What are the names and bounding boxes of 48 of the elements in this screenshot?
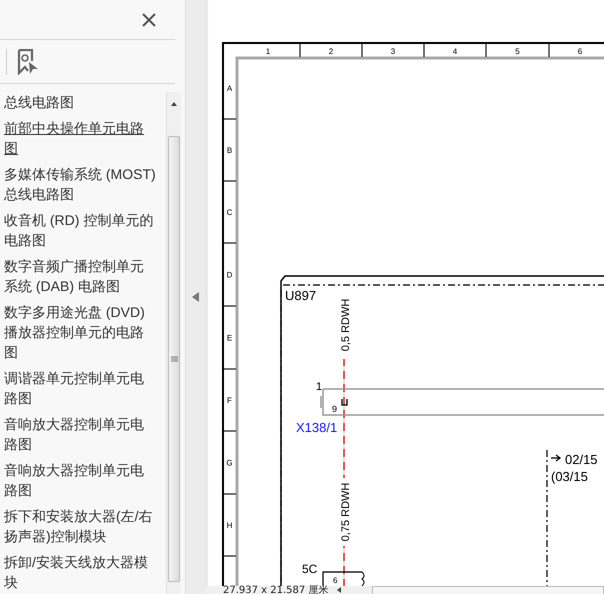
row-label: D <box>226 270 232 280</box>
pin-number: 9 <box>332 404 338 414</box>
wire-label: 0,5 RDWH <box>340 298 352 352</box>
column-label: 5 <box>515 47 520 56</box>
bookmark-item[interactable]: 数字音频广播控制单元系统 (DAB) 电路图 <box>4 256 156 296</box>
bookmark-item[interactable]: 数字多用途光盘 (DVD) 播放器控制单元的电路图 <box>4 302 156 362</box>
row-label: H <box>226 521 232 530</box>
scroll-left-arrow-icon[interactable] <box>336 586 342 594</box>
pin-icon <box>341 399 348 406</box>
row-label: F <box>227 396 232 405</box>
horizontal-scrollbar[interactable] <box>372 586 604 594</box>
bookmark-item[interactable]: 拆卸/安装天线放大器模块 <box>4 552 156 592</box>
bookmark-item[interactable]: 调谐器单元控制单元电路图 <box>4 368 156 408</box>
row-label: B <box>226 146 232 155</box>
bookmark-item[interactable]: 多媒体传输系统 (MOST) 总线电路图 <box>4 164 156 204</box>
bookmark-item[interactable]: 音响放大器控制单元电路图 <box>4 414 156 454</box>
connector-label: 5C <box>302 562 318 576</box>
row-label: A <box>226 84 232 93</box>
grip-icon <box>170 356 178 362</box>
bookmark-item[interactable]: 总线电路图 <box>4 92 156 112</box>
scrollbar[interactable] <box>166 92 181 594</box>
pin-number: 6 <box>333 576 338 585</box>
bookmark-item[interactable]: 前部中央操作单元电路图 <box>4 118 156 158</box>
bookmark-item[interactable]: 音响放大器控制单元电路图 <box>4 460 156 500</box>
bookmark-item[interactable]: 收音机 (RD) 控制单元的电路图 <box>4 210 156 250</box>
break-mark-icon <box>362 572 364 586</box>
connector-outline <box>322 571 362 586</box>
module-label: U897 <box>285 288 316 303</box>
row-label: G <box>226 458 233 468</box>
bookmark-item[interactable]: 拆下和安装放大器(左/右扬声器)控制模块 <box>4 506 156 546</box>
collapse-arrow-icon[interactable] <box>192 292 199 302</box>
bookmark-icon[interactable] <box>17 48 39 74</box>
column-label: 4 <box>452 47 458 56</box>
column-label: 3 <box>390 47 396 56</box>
page-reference: 02/15 <box>565 452 598 467</box>
column-label: 1 <box>266 47 270 56</box>
page-reference: (03/15 <box>551 469 588 484</box>
connector-label: X138/1 <box>296 420 338 435</box>
connector-number: 1 <box>316 381 322 393</box>
row-label: E <box>226 334 232 342</box>
scroll-up-arrow-icon[interactable] <box>170 100 178 108</box>
page-size-text: 27.937 x 21.587 厘米 <box>223 586 328 594</box>
column-label: 6 <box>578 47 582 56</box>
close-button[interactable] <box>141 12 157 28</box>
column-label: 2 <box>328 47 334 56</box>
wire-label: 0,75 RDWH <box>340 482 352 542</box>
arrow-icon <box>550 454 561 462</box>
row-label: C <box>226 208 232 217</box>
